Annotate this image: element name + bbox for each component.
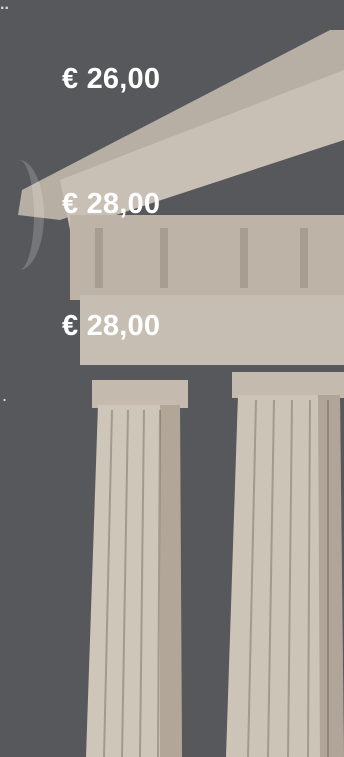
price-label-3: € 28,00 [62, 310, 161, 342]
capital-right [232, 372, 344, 398]
price-label-1: € 26,00 [62, 63, 161, 95]
top-glyph: .. [0, 0, 9, 13]
price-label-2: € 28,00 [62, 188, 161, 220]
parthenon-column-image [18, 30, 344, 757]
left-glyph: . [2, 385, 8, 405]
capital-left [92, 380, 188, 408]
